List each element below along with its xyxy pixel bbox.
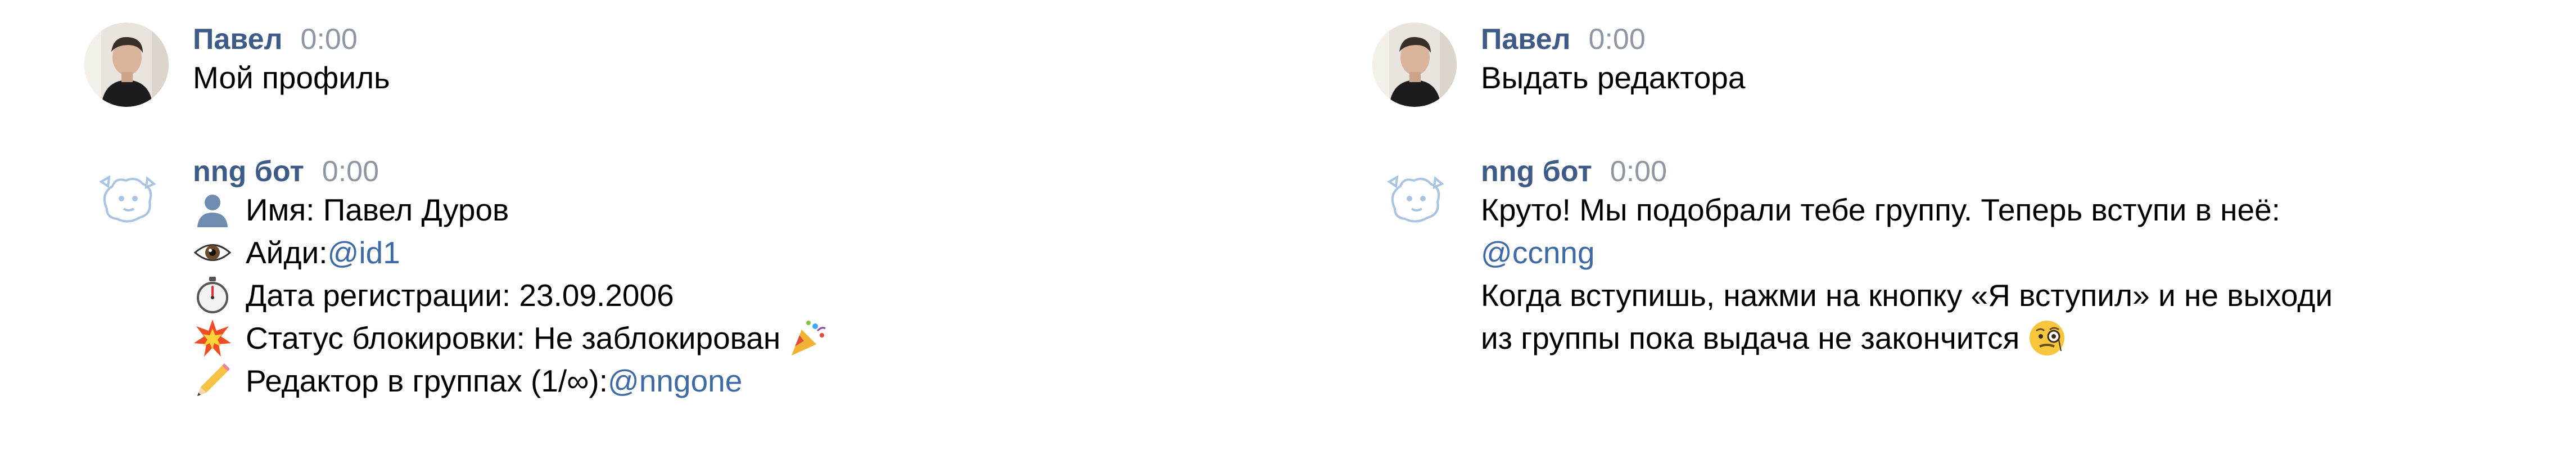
block-status-line: Статус блокировки: Не заблокирован	[193, 317, 828, 359]
block-status-text: Статус блокировки: Не заблокирован	[246, 321, 781, 356]
profile-name-line: Имя: Павел Дуров	[193, 188, 828, 231]
author-name[interactable]: nng бот	[193, 155, 304, 188]
user-avatar[interactable]	[1372, 22, 1457, 107]
message-content: nng бот 0:00 Имя: Павел Дуров Айди: @id1…	[193, 149, 828, 402]
collision-icon	[193, 318, 232, 358]
message-text: Мой профиль	[193, 60, 390, 95]
party-popper-icon	[788, 318, 828, 358]
group-link[interactable]: @ccnng	[1481, 231, 1595, 274]
bot-avatar[interactable]	[1372, 155, 1457, 239]
stopwatch-icon	[193, 276, 232, 315]
message-content: Павел 0:00 Мой профиль	[193, 17, 390, 99]
pencil-icon	[193, 361, 232, 400]
profile-name-text: Имя: Павел Дуров	[246, 192, 509, 227]
profile-id-line: Айди: @id1	[193, 231, 828, 274]
profile-id-label: Айди:	[246, 235, 328, 270]
message-content: nng бот 0:00 Круто! Мы подобрали тебе гр…	[1481, 149, 2333, 359]
user-avatar[interactable]	[84, 22, 169, 107]
message-text-line-4: из группы пока выдача не закончится	[1481, 317, 2333, 359]
registration-date-line: Дата регистрации: 23.09.2006	[193, 274, 828, 317]
message-time: 0:00	[322, 155, 379, 188]
message-header: nng бот 0:00	[193, 149, 828, 188]
message-text-line-3: Когда вступишь, нажми на кнопку «Я вступ…	[1481, 278, 2333, 313]
editor-groups-link[interactable]: @nngone	[608, 359, 742, 402]
author-name[interactable]: Павел	[193, 22, 283, 56]
editor-groups-line: Редактор в группах (1/∞): @nngone	[193, 359, 828, 402]
message-text-line-4-text: из группы пока выдача не закончится	[1481, 321, 2020, 356]
message-text-line-1: Круто! Мы подобрали тебе группу. Теперь …	[1481, 192, 2280, 227]
message-header: nng бот 0:00	[1481, 149, 2333, 188]
message-header: Павел 0:00	[1481, 17, 1745, 56]
registration-date-text: Дата регистрации: 23.09.2006	[246, 278, 674, 313]
message-time: 0:00	[1610, 155, 1667, 188]
message-text-line-2: @ccnng	[1481, 231, 2333, 274]
author-name[interactable]: nng бот	[1481, 155, 1592, 188]
bot-avatar[interactable]	[84, 155, 169, 239]
face-with-monocle-icon	[2027, 318, 2067, 358]
chat-panel-right: Павел 0:00 Выдать редактора nng бот 0:00	[1288, 0, 2525, 450]
editor-groups-label: Редактор в группах (1/∞):	[246, 363, 608, 398]
chat-panel-left: Павел 0:00 Мой профиль nng бот 0:00 Имя:…	[0, 0, 1237, 450]
message-header: Павел 0:00	[193, 17, 390, 56]
message-time: 0:00	[1588, 23, 1646, 56]
message-content: Павел 0:00 Выдать редактора	[1481, 17, 1745, 99]
eye-icon	[193, 233, 232, 272]
bust-silhouette-icon	[193, 190, 232, 230]
message-text: Выдать редактора	[1481, 60, 1746, 95]
profile-id-link[interactable]: @id1	[328, 231, 400, 274]
author-name[interactable]: Павел	[1481, 22, 1571, 56]
message-time: 0:00	[300, 23, 358, 56]
